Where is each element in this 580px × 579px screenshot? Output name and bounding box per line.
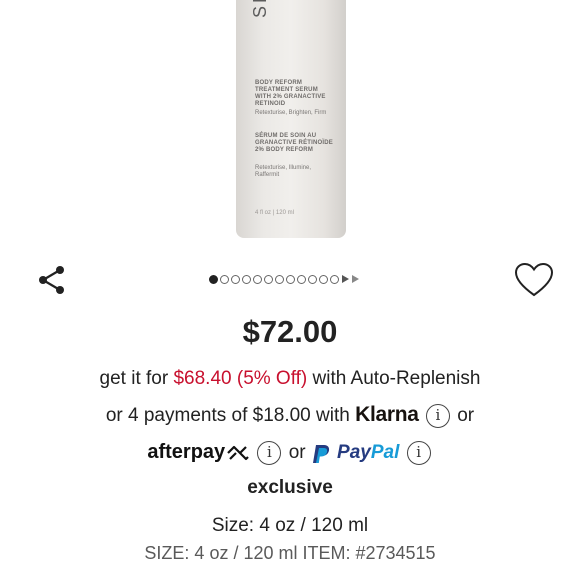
afterpay-label: afterpay xyxy=(147,441,226,464)
installments-text: or 4 payments of $18.00 with xyxy=(105,405,350,426)
carousel-video-icon[interactable] xyxy=(342,275,349,283)
carousel-pagination[interactable] xyxy=(209,274,359,284)
carousel-dot[interactable] xyxy=(319,274,328,284)
or-text: or xyxy=(457,405,475,426)
product-image[interactable]: SH BODY REFORM TREATMENT SERUM WITH 2% G… xyxy=(0,0,580,250)
paypal-info-icon[interactable]: i xyxy=(406,441,431,465)
carousel-dot[interactable] xyxy=(275,274,284,284)
bottle-name-en: BODY REFORM TREATMENT SERUM WITH 2% GRAN… xyxy=(255,80,326,107)
installments-line: or 4 payments of $18.00 with Klarna i or xyxy=(0,403,580,428)
carousel-dot[interactable] xyxy=(253,274,262,284)
autoreplenish-line: get it for $68.40 (5% Off) with Auto-Rep… xyxy=(0,368,580,390)
bottle-desc-fr: Retexturise, Illumine, Raffermit xyxy=(255,165,312,178)
carousel-video-icon[interactable] xyxy=(352,275,359,283)
payment-options-line: afterpay i or PayPal i xyxy=(0,440,580,466)
afterpay-logo[interactable]: afterpay xyxy=(147,441,250,463)
paypal-logo-icon[interactable] xyxy=(311,440,337,465)
exclusive-badge: exclusive xyxy=(247,477,333,498)
size-label: Size: 4 oz / 120 ml xyxy=(211,515,369,536)
carousel-dot[interactable] xyxy=(286,274,295,284)
carousel-dot[interactable] xyxy=(264,274,273,284)
bottle-brand: SH xyxy=(250,0,270,18)
paypal-label-pal: Pal xyxy=(370,442,400,464)
carousel-dot[interactable] xyxy=(231,274,240,284)
carousel-dot[interactable] xyxy=(209,274,218,284)
autoreplenish-price: $68.40 (5% Off) xyxy=(173,368,308,389)
product-bottle xyxy=(236,0,346,238)
klarna-info-icon[interactable]: i xyxy=(425,403,450,428)
afterpay-info-icon[interactable]: i xyxy=(257,441,282,465)
paypal-logo[interactable]: PayPal xyxy=(337,442,399,463)
carousel-dot[interactable] xyxy=(297,274,306,284)
bottle-desc-en: Retexturise, Brighten, Firm xyxy=(255,110,327,116)
autoreplenish-suffix: with Auto-Replenish xyxy=(312,368,481,389)
afterpay-arrows-icon xyxy=(227,445,249,460)
klarna-logo[interactable]: Klarna xyxy=(355,403,419,426)
share-icon[interactable] xyxy=(36,264,68,296)
bottle-name-fr: SÉRUM DE SOIN AU GRANACTIVE RÉTINOÏDE 2%… xyxy=(255,133,334,153)
carousel-dot[interactable] xyxy=(330,274,339,284)
autoreplenish-prefix: get it for xyxy=(99,368,169,389)
carousel-dot[interactable] xyxy=(220,274,229,284)
size-item-details: SIZE: 4 oz / 120 ml ITEM: #2734515 xyxy=(144,543,436,563)
carousel-dot[interactable] xyxy=(242,274,251,284)
paypal-label-pay: Pay xyxy=(337,442,371,464)
product-price: $72.00 xyxy=(242,314,338,349)
bottle-size: 4 fl oz | 120 ml xyxy=(255,210,294,216)
heart-icon[interactable] xyxy=(514,262,554,298)
or-text: or xyxy=(288,442,306,464)
carousel-dot[interactable] xyxy=(308,274,317,284)
